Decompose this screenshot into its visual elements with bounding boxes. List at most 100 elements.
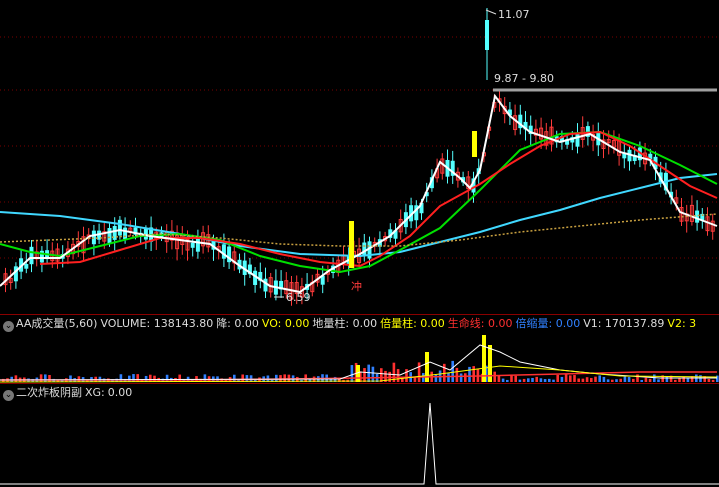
volume-bar: [606, 379, 610, 382]
volume-bar: [165, 374, 169, 382]
volume-bar: [44, 374, 47, 382]
volume-bar: [711, 379, 715, 382]
volume-chart[interactable]: [0, 316, 719, 384]
volume-bar: [577, 378, 580, 382]
volume-bar: [548, 378, 551, 382]
volume-bar: [39, 374, 43, 382]
volume-bar: [611, 379, 614, 382]
volume-bar: [472, 366, 475, 382]
volume-bar: [367, 364, 370, 382]
xg-signal-line: [0, 402, 719, 485]
candle-body: [195, 237, 200, 252]
low-price-label: 6.59: [286, 291, 311, 304]
volume-bar: [573, 375, 576, 382]
volume-bar: [149, 374, 152, 382]
signal-bar: [472, 131, 477, 157]
volume-bar-highlight: [482, 335, 486, 382]
volume-bar: [371, 366, 375, 382]
volume-bar: [132, 374, 135, 382]
candlesticks: [3, 8, 715, 306]
volume-bar: [623, 376, 627, 382]
volume-bar: [468, 366, 471, 382]
candle-body: [24, 264, 29, 269]
candle-body: [263, 278, 268, 292]
candle-body: [29, 246, 34, 265]
volume-bar: [417, 362, 421, 382]
volume-bar: [531, 377, 534, 382]
candle-body: [91, 230, 96, 245]
volume-bar: [128, 375, 131, 382]
volume-bar: [447, 372, 450, 382]
volume-bar: [178, 374, 181, 382]
volume-bar: [569, 375, 572, 382]
candle-body: [107, 228, 112, 244]
candle-body: [485, 20, 489, 50]
volume-bar: [560, 376, 564, 382]
volume-bar: [648, 378, 652, 382]
candle-body: [695, 210, 700, 223]
volume-bar: [514, 375, 517, 382]
volume-bar: [627, 376, 631, 382]
volume-bar: [686, 378, 690, 382]
volume-bar: [564, 374, 568, 382]
candle-body: [320, 275, 325, 285]
volume-bar: [699, 375, 702, 382]
volume-bar: [510, 375, 513, 382]
volume-bar: [585, 377, 589, 382]
volume-bar: [674, 379, 677, 382]
price-chart[interactable]: 11.07 9.87 - 9.80 6.59 冲: [0, 0, 719, 314]
volume-bar: [619, 378, 622, 382]
volume-bar: [598, 375, 601, 382]
volume-bar: [451, 360, 454, 382]
volume-bar: [396, 369, 400, 382]
volume-bar: [144, 375, 148, 382]
volume-bar: [640, 379, 643, 382]
volume-bar: [493, 371, 496, 382]
volume-bar: [653, 374, 656, 382]
volume-bar: [581, 378, 585, 382]
volume-bar: [665, 376, 669, 382]
volume-bar: [644, 377, 648, 382]
candle-body: [221, 244, 226, 259]
volume-bar: [527, 378, 530, 382]
volume-bar: [539, 378, 543, 382]
volume-bar: [380, 368, 383, 382]
volume-bar: [636, 374, 639, 382]
volume-bar: [459, 373, 463, 382]
ma-green-line: [0, 130, 718, 274]
volume-bar: [69, 375, 72, 382]
volume-bar: [119, 374, 123, 382]
signal-char-label: 冲: [351, 279, 362, 293]
volume-bar: [476, 368, 480, 382]
candle-body: [117, 219, 122, 236]
candle-body: [190, 242, 195, 248]
volume-bar: [590, 378, 593, 382]
volume-bar: [405, 369, 408, 382]
volume-bar: [153, 375, 156, 382]
volume-bar: [136, 374, 139, 382]
volume-bar: [594, 376, 597, 382]
volume-bar: [535, 376, 538, 382]
volume-bar: [77, 376, 81, 382]
volume-bar: [556, 374, 559, 382]
volume-bar: [203, 374, 207, 382]
signal-bar: [349, 221, 354, 268]
volume-bar: [543, 379, 547, 382]
volume-bar: [506, 379, 509, 382]
volume-bar: [413, 377, 417, 382]
volume-bar: [48, 375, 51, 382]
panel-separator: [0, 314, 719, 315]
volume-bar: [455, 367, 459, 382]
volume-bar: [552, 379, 555, 382]
xg-chart[interactable]: [0, 384, 719, 487]
volume-bar: [615, 379, 618, 382]
volume-bar: [707, 378, 711, 382]
volume-bar: [14, 375, 18, 382]
volume-bar: [363, 368, 366, 382]
volume-bar: [350, 365, 354, 382]
volume-bar: [501, 378, 505, 382]
volume-bar: [464, 373, 467, 382]
volume-bar: [657, 379, 660, 382]
volume-bar: [632, 378, 635, 382]
volume-bar: [522, 378, 526, 382]
